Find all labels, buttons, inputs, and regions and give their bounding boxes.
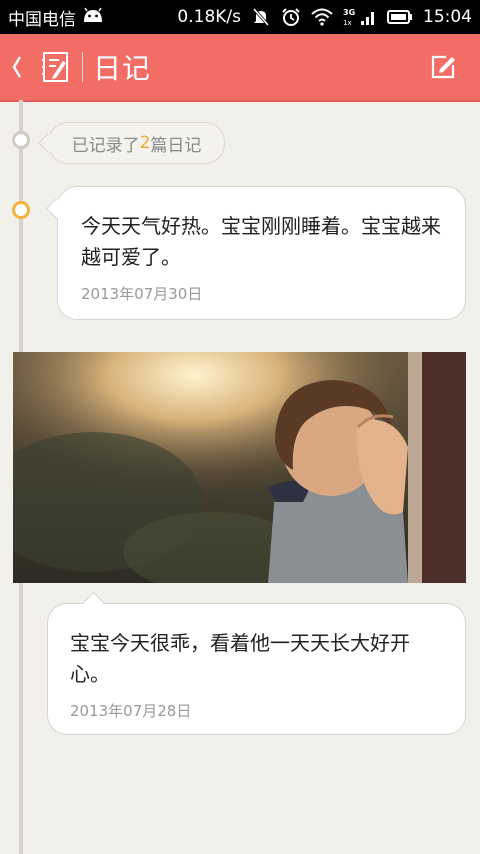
entry-text: 今天天气好热。宝宝刚刚睡着。宝宝越来越可爱了。 <box>81 214 441 269</box>
title-divider <box>82 52 83 82</box>
child-photo-image <box>13 352 466 583</box>
back-button[interactable] <box>0 34 34 100</box>
entry-date: 2013年07月28日 <box>70 702 192 720</box>
signal-icon: 3G 1x <box>343 7 377 27</box>
timeline-dot-entry <box>12 201 30 219</box>
battery-icon <box>387 9 413 25</box>
status-bar: 中国电信 0.18K/s 3G 1x 15:04 <box>0 0 480 34</box>
svg-text:1x: 1x <box>343 19 352 27</box>
entry-count: 2 <box>139 133 151 153</box>
entry-count-pill: 已记录了 2 篇日记 <box>48 122 225 164</box>
entry-text: 宝宝今天很乖，看着他一天天长大好开心。 <box>70 631 410 686</box>
diary-entry-card[interactable]: 今天天气好热。宝宝刚刚睡着。宝宝越来越可爱了。 2013年07月30日 <box>57 186 466 320</box>
edit-button[interactable] <box>428 52 458 82</box>
carrier-label: 中国电信 <box>8 9 76 30</box>
mute-icon <box>251 7 271 27</box>
notebook-icon <box>34 34 78 100</box>
chevron-left-icon <box>12 56 22 78</box>
status-right: 0.18K/s 3G 1x 15:04 <box>177 7 480 27</box>
clock-label: 15:04 <box>423 7 472 27</box>
alarm-icon <box>281 7 301 27</box>
network-speed: 0.18K/s <box>177 7 241 27</box>
android-icon <box>82 7 104 28</box>
wifi-icon <box>311 8 333 26</box>
timeline-dot-summary <box>12 131 30 149</box>
diary-timeline[interactable]: 已记录了 2 篇日记 今天天气好热。宝宝刚刚睡着。宝宝越来越可爱了。 2013年07… <box>0 100 480 854</box>
page-title: 日记 <box>93 52 152 85</box>
edit-icon <box>431 55 455 79</box>
entry-date: 2013年07月30日 <box>81 285 203 303</box>
entry-photo[interactable] <box>13 352 466 583</box>
status-left: 中国电信 <box>0 5 104 30</box>
count-prefix: 已记录了 <box>71 135 140 156</box>
diary-entry-card[interactable]: 宝宝今天很乖，看着他一天天长大好开心。 2013年07月28日 <box>47 603 466 735</box>
count-suffix: 篇日记 <box>150 135 202 156</box>
app-bar: 日记 <box>0 34 480 102</box>
svg-text:3G: 3G <box>343 8 355 17</box>
